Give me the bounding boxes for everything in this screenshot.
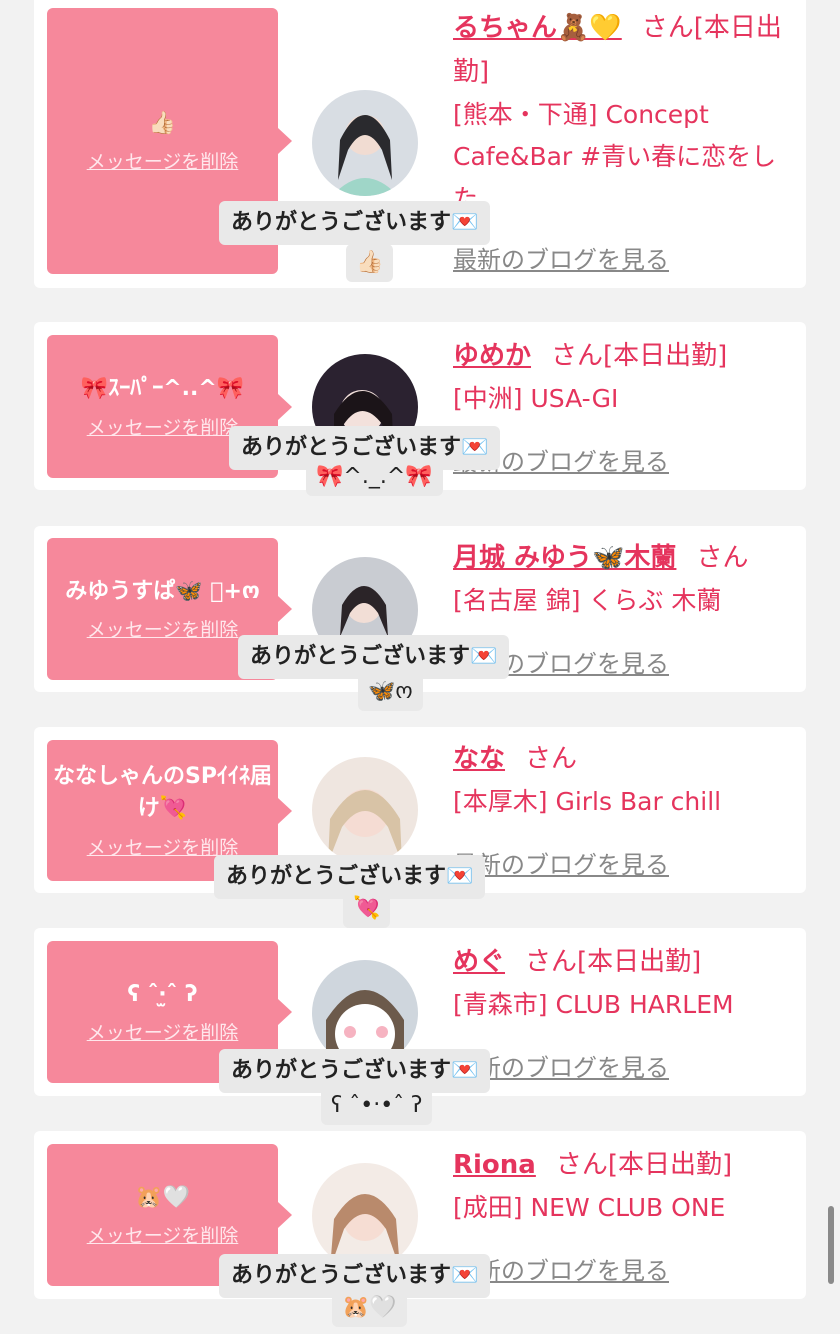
shop-label: [本厚木] Girls Bar chill bbox=[453, 787, 722, 816]
avatar[interactable] bbox=[312, 90, 418, 196]
reply-emoji-sticker: 🐹🤍 bbox=[332, 1289, 407, 1327]
delete-message-link[interactable]: メッセージを削除 bbox=[87, 1018, 239, 1045]
girl-name-link[interactable]: なな bbox=[453, 744, 505, 774]
delete-message-link[interactable]: メッセージを削除 bbox=[87, 1221, 239, 1248]
scrollbar[interactable] bbox=[828, 1206, 834, 1284]
girl-info: なな さん [本厚木] Girls Bar chill bbox=[453, 737, 793, 823]
message-text: 👍🏻 bbox=[148, 110, 177, 136]
avatar[interactable] bbox=[312, 757, 418, 863]
honorific-status: さん bbox=[525, 744, 578, 774]
reply-emoji-sticker: ʕ ˆ•‧•ˆ ʔ bbox=[321, 1087, 433, 1125]
girl-name-link[interactable]: めぐ bbox=[453, 947, 505, 977]
girl-info: Riona さん[本日出勤] [成田] NEW CLUB ONE bbox=[453, 1143, 793, 1229]
reply-emoji-sticker: 💘 bbox=[343, 890, 391, 928]
delete-message-link[interactable]: メッセージを削除 bbox=[87, 147, 239, 174]
delete-message-link[interactable]: メッセージを削除 bbox=[87, 413, 239, 440]
message-text: 🐹🤍 bbox=[135, 1184, 190, 1210]
message-text: ななしゃんのSPｲｲﾈ届け💘 bbox=[53, 764, 272, 821]
shop-label: [名古屋 錦] くらぶ 木蘭 bbox=[453, 586, 722, 615]
reply-sticker: ありがとうございます💌 bbox=[219, 201, 491, 245]
girl-name-link[interactable]: 月城 みゆう🦋木蘭 bbox=[453, 543, 676, 573]
latest-blog-link[interactable]: 最新のブログを見る bbox=[453, 240, 669, 275]
honorific-status: さん[本日出勤] bbox=[555, 1150, 733, 1180]
message-text: 🎀ｽｰﾊﾟｰ^..^🎀 bbox=[80, 376, 245, 402]
shop-label: [成田] NEW CLUB ONE bbox=[453, 1193, 726, 1222]
honorific-status: さん bbox=[696, 543, 749, 573]
girl-name-link[interactable]: るちゃん🧸💛 bbox=[453, 13, 622, 43]
girl-name-link[interactable]: Riona bbox=[453, 1150, 536, 1180]
reply-emoji-sticker: 🦋ო bbox=[358, 673, 423, 711]
shop-label: [中洲] USA-GI bbox=[453, 384, 619, 413]
honorific-status: さん[本日出勤] bbox=[551, 341, 728, 371]
message-text: みゆうすぱ🦋 ﾟ+ო bbox=[65, 578, 260, 604]
reply-emoji-sticker: 👍🏻 bbox=[346, 244, 394, 282]
reply-emoji-sticker: 🎀^._.^🎀 bbox=[306, 458, 443, 496]
girl-name-link[interactable]: ゆめか bbox=[453, 341, 531, 371]
girl-info: めぐ さん[本日出勤] [青森市] CLUB HARLEM bbox=[453, 940, 793, 1026]
girl-info: 月城 みゆう🦋木蘭 さん [名古屋 錦] くらぶ 木蘭 bbox=[453, 536, 793, 622]
girl-info: ゆめか さん[本日出勤] [中洲] USA-GI bbox=[453, 334, 793, 420]
message-text: ʕ ˆ‧̫ˆ ʔ bbox=[127, 981, 198, 1007]
girl-info: るちゃん🧸💛 さん[本日出勤] [熊本・下通] Concept Cafe&Bar … bbox=[453, 6, 793, 220]
honorific-status: さん[本日出勤] bbox=[525, 947, 702, 977]
delete-message-link[interactable]: メッセージを削除 bbox=[87, 615, 239, 642]
shop-label: [青森市] CLUB HARLEM bbox=[453, 990, 734, 1019]
latest-blog-link[interactable]: 最新のブログを見る bbox=[453, 845, 669, 880]
shop-label: [熊本・下通] Concept Cafe&Bar #青い春に恋をした bbox=[453, 100, 777, 213]
